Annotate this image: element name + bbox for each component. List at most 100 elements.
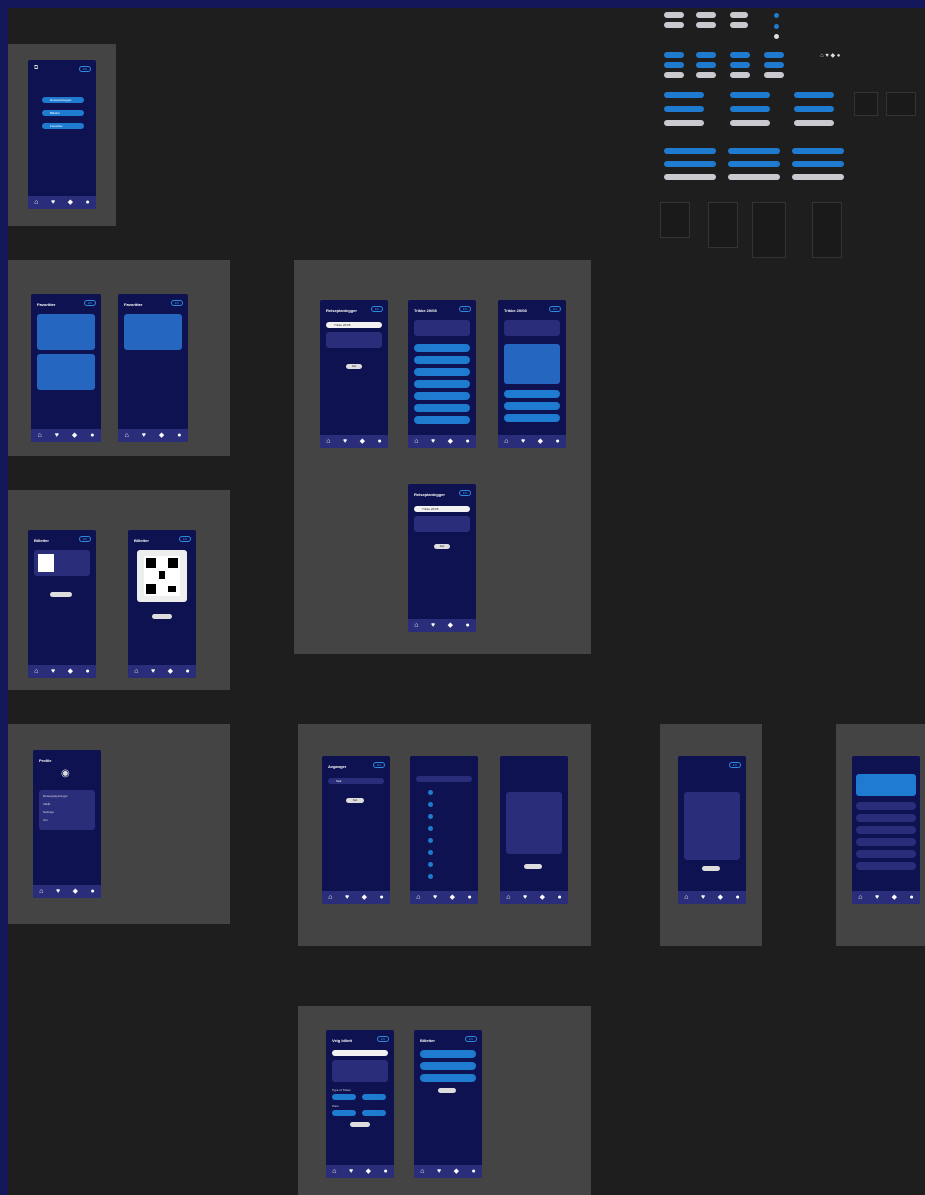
kit-ticket-row[interactable] <box>664 174 716 180</box>
language-badge[interactable]: EN <box>373 762 385 768</box>
kit-dot[interactable] <box>774 24 779 29</box>
trip-row[interactable] <box>504 390 560 398</box>
kit-nav-button[interactable] <box>794 106 834 112</box>
kit-button[interactable] <box>764 52 784 58</box>
trip-row[interactable] <box>504 402 560 410</box>
language-badge[interactable]: EN <box>171 300 183 306</box>
kit-button[interactable] <box>696 62 716 68</box>
home-button-favorites[interactable]: Favoritter <box>42 123 84 129</box>
trip-row[interactable] <box>414 416 470 424</box>
kit-nav-button[interactable] <box>730 120 770 126</box>
language-badge[interactable]: EN <box>179 536 191 542</box>
profile-item[interactable]: Settings <box>43 810 54 814</box>
notification-row[interactable] <box>856 802 916 810</box>
language-badge[interactable]: EN <box>459 306 471 312</box>
route-button[interactable] <box>702 866 720 871</box>
ticket-type-option[interactable] <box>332 1094 356 1100</box>
language-badge[interactable]: EN <box>465 1036 477 1042</box>
language-badge[interactable]: EN <box>377 1036 389 1042</box>
ticket-option[interactable] <box>420 1074 476 1082</box>
kit-button[interactable] <box>696 72 716 78</box>
kit-button[interactable] <box>664 62 684 68</box>
kit-nav-button[interactable] <box>664 106 704 112</box>
kit-button[interactable] <box>730 52 750 58</box>
trip-row[interactable] <box>414 392 470 400</box>
ticket-option[interactable] <box>420 1062 476 1070</box>
kit-chip[interactable] <box>664 22 684 28</box>
highlight-card[interactable] <box>856 774 916 796</box>
buy-button[interactable] <box>438 1088 456 1093</box>
home-icon[interactable]: ⌂ <box>34 199 38 206</box>
notification-row[interactable] <box>856 826 916 834</box>
search-button[interactable]: Søk <box>434 544 450 549</box>
home-button-planner[interactable]: Reiseplanlegger <box>42 97 84 103</box>
kit-ticket-row[interactable] <box>664 161 716 167</box>
ticket-button[interactable] <box>50 592 72 597</box>
kit-dot[interactable] <box>774 34 779 39</box>
language-badge[interactable]: EN <box>729 762 741 768</box>
kit-ticket-row[interactable] <box>664 148 716 154</box>
kit-dot[interactable] <box>774 13 779 18</box>
detail-button[interactable] <box>524 864 542 869</box>
language-badge[interactable]: EN <box>459 490 471 496</box>
kit-chip[interactable] <box>664 12 684 18</box>
kit-chip[interactable] <box>696 12 716 18</box>
favorite-card[interactable] <box>124 314 182 350</box>
notification-row[interactable] <box>856 814 916 822</box>
kit-button[interactable] <box>764 72 784 78</box>
search-input[interactable] <box>416 776 472 782</box>
notification-row[interactable] <box>856 862 916 870</box>
route-card[interactable] <box>504 320 560 336</box>
trip-row[interactable] <box>504 414 560 422</box>
ticket-type-option[interactable] <box>362 1094 386 1100</box>
kit-button[interactable] <box>664 72 684 78</box>
trip-row[interactable] <box>414 356 470 364</box>
kit-nav-button[interactable] <box>794 120 834 126</box>
trip-row[interactable] <box>414 380 470 388</box>
route-card[interactable] <box>414 516 470 532</box>
route-card[interactable] <box>414 320 470 336</box>
language-badge[interactable]: EN <box>549 306 561 312</box>
kit-nav-button[interactable] <box>730 106 770 112</box>
kit-chip[interactable] <box>730 22 748 28</box>
search-input[interactable]: Søk <box>328 778 384 784</box>
kit-ticket-row[interactable] <box>792 148 844 154</box>
profile-item[interactable]: Reiseopplysninger <box>43 794 68 798</box>
zone-option[interactable] <box>332 1110 356 1116</box>
route-card[interactable] <box>326 332 382 348</box>
kit-ticket-row[interactable] <box>792 161 844 167</box>
kit-button[interactable] <box>730 72 750 78</box>
search-input[interactable] <box>332 1050 388 1056</box>
zone-option[interactable] <box>362 1110 386 1116</box>
profile-item[interactable]: Om <box>43 818 48 822</box>
kit-ticket-row[interactable] <box>728 174 780 180</box>
kit-button[interactable] <box>664 52 684 58</box>
kit-ticket-row[interactable] <box>728 148 780 154</box>
home-button-tickets[interactable]: Billetter <box>42 110 84 116</box>
search-input[interactable]: Trikke 20/08 <box>326 322 382 328</box>
user-icon[interactable]: ● <box>85 199 89 206</box>
language-badge[interactable]: EN <box>371 306 383 312</box>
heart-icon[interactable]: ♥ <box>51 199 55 206</box>
notification-row[interactable] <box>856 850 916 858</box>
kit-ticket-row[interactable] <box>792 174 844 180</box>
favorite-card[interactable] <box>37 354 95 390</box>
language-badge[interactable]: EN <box>79 536 91 542</box>
trip-row[interactable] <box>414 404 470 412</box>
notification-row[interactable] <box>856 838 916 846</box>
language-badge[interactable]: EN <box>84 300 96 306</box>
trip-row[interactable] <box>414 368 470 376</box>
ticket-icon[interactable]: ◆ <box>68 199 73 206</box>
trip-row[interactable] <box>414 344 470 352</box>
ticket-option[interactable] <box>420 1050 476 1058</box>
kit-button[interactable] <box>730 62 750 68</box>
kit-nav-button[interactable] <box>794 92 834 98</box>
favorite-card[interactable] <box>37 314 95 350</box>
kit-chip[interactable] <box>696 22 716 28</box>
kit-button[interactable] <box>696 52 716 58</box>
kit-nav-button[interactable] <box>730 92 770 98</box>
kit-nav-button[interactable] <box>664 120 704 126</box>
route-card[interactable] <box>332 1060 388 1082</box>
search-button[interactable]: Søk <box>346 364 362 369</box>
kit-nav-button[interactable] <box>664 92 704 98</box>
